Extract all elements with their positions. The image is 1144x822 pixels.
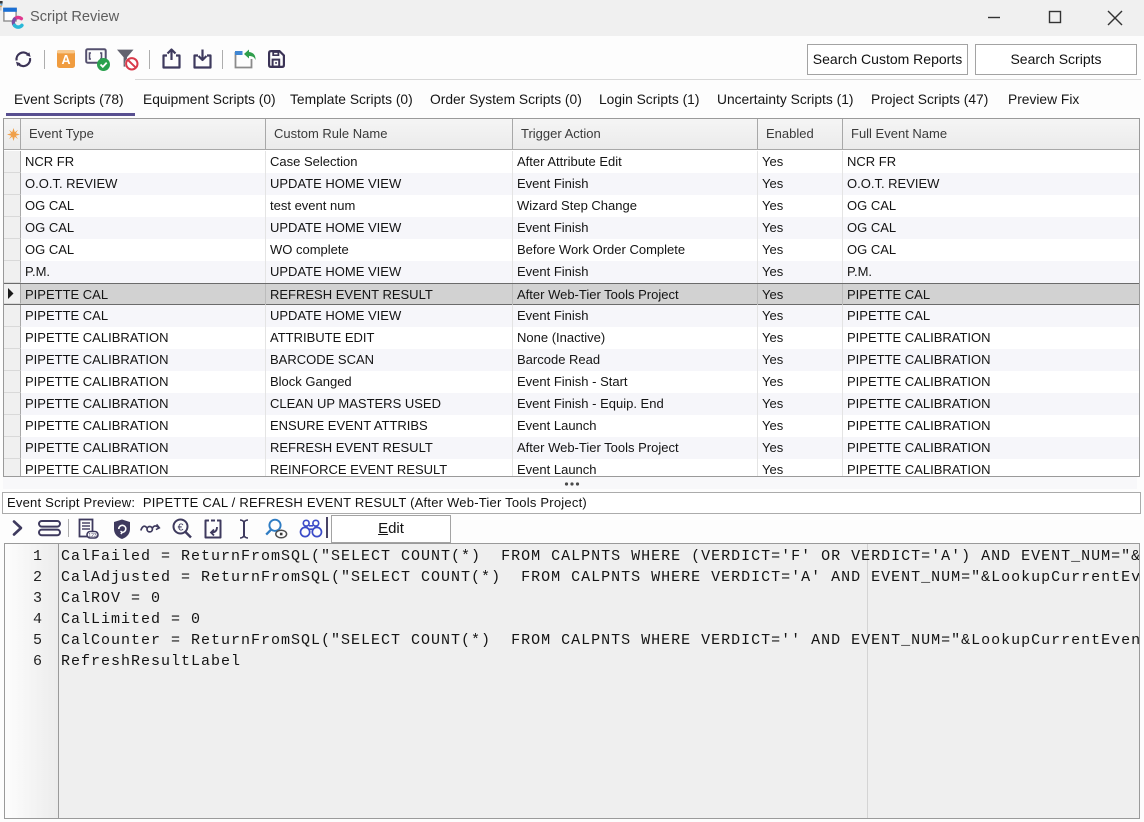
svg-text:123: 123 (88, 533, 97, 539)
svg-text:€: € (178, 521, 184, 533)
svg-text:A: A (61, 53, 70, 67)
